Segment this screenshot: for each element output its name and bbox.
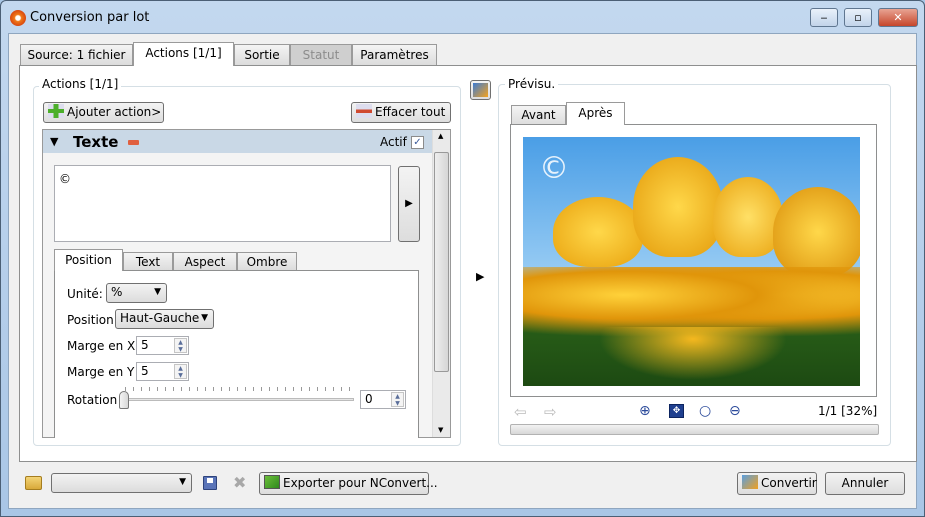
rotation-spinner[interactable]: ▲ ▼ (391, 392, 404, 407)
rotation-slider-track[interactable] (122, 398, 354, 401)
add-action-button[interactable]: Ajouter action> (43, 102, 164, 123)
remove-action-icon[interactable] (128, 140, 139, 145)
subtab-position[interactable]: Position (54, 249, 123, 271)
previous-icon[interactable]: ⇦ (514, 403, 527, 421)
app-icon (10, 10, 26, 26)
minimize-button[interactable]: ‒ (810, 8, 838, 27)
unit-value: % (111, 285, 123, 299)
subtab-ombre[interactable]: Ombre (237, 252, 297, 270)
margin-y-label: Marge en Y (67, 365, 135, 379)
expand-text-button[interactable]: ▶ (398, 166, 420, 242)
rotation-label: Rotation (67, 393, 118, 407)
chevron-down-icon: ▼ (201, 313, 208, 323)
text-input[interactable]: © (54, 165, 391, 242)
zoom-in-icon[interactable]: ⊕ (639, 403, 651, 419)
export-icon (264, 475, 280, 489)
margin-x-label: Marge en X (67, 339, 136, 353)
clear-all-label: Effacer tout (375, 105, 446, 119)
action-title: Texte (73, 133, 119, 151)
margin-y-value: 5 (141, 364, 149, 378)
zoom-actual-icon[interactable]: ○ (699, 403, 711, 419)
tab-source[interactable]: Source: 1 fichier (20, 44, 133, 65)
margin-y-spinner[interactable]: ▲ ▼ (174, 364, 187, 379)
preset-select[interactable]: ▼ (51, 473, 192, 493)
tab-after[interactable]: Après (566, 102, 625, 125)
export-label: Exporter pour NConvert... (283, 476, 438, 490)
preview-image-icon (473, 83, 488, 97)
page-info: 1/1 [32%] (818, 404, 878, 418)
rotation-value: 0 (365, 392, 373, 406)
add-action-label: Ajouter action> (67, 105, 162, 119)
save-icon[interactable] (203, 476, 217, 490)
apply-arrow-icon[interactable]: ▶ (476, 270, 484, 283)
convert-icon (742, 475, 758, 489)
maximize-button[interactable]: ▫ (844, 8, 872, 27)
delete-icon[interactable]: ✖ (233, 473, 246, 492)
tab-parametres[interactable]: Paramètres (352, 44, 437, 65)
preview-group-label: Prévisu. (505, 77, 559, 91)
preview-image: © (523, 137, 860, 386)
tab-sortie[interactable]: Sortie (234, 44, 290, 65)
cancel-button[interactable]: Annuler (825, 472, 905, 495)
subtab-aspect[interactable]: Aspect (173, 252, 237, 270)
tab-actions[interactable]: Actions [1/1] (133, 42, 234, 66)
convert-label: Convertir (761, 476, 817, 490)
toggle-preview-button[interactable] (470, 80, 491, 100)
close-button[interactable]: ✕ (878, 8, 918, 27)
watermark-text: © (539, 151, 569, 186)
position-label: Position (67, 313, 114, 327)
clear-all-button[interactable]: Effacer tout (351, 102, 451, 123)
convert-button[interactable]: Convertir (737, 472, 817, 495)
chevron-down-icon: ▼ (154, 287, 161, 297)
chevron-down-icon: ▼ (179, 477, 186, 487)
zoom-out-icon[interactable]: ⊖ (729, 403, 741, 419)
actions-group-label: Actions [1/1] (39, 77, 122, 91)
active-checkbox[interactable]: ✓ (411, 136, 424, 149)
progress-bar (510, 424, 879, 435)
margin-y-input[interactable]: 5 ▲ ▼ (136, 362, 189, 381)
tab-statut: Statut (290, 44, 352, 65)
fit-to-window-icon[interactable]: ✥ (669, 404, 684, 418)
margin-x-spinner[interactable]: ▲ ▼ (174, 338, 187, 353)
rotation-input[interactable]: 0 ▲ ▼ (360, 390, 406, 409)
rotation-slider-thumb[interactable] (119, 391, 129, 409)
subtab-text[interactable]: Text (123, 252, 173, 270)
scrollbar-thumb[interactable] (434, 152, 449, 372)
add-icon (48, 104, 64, 118)
export-nconvert-button[interactable]: Exporter pour NConvert... (259, 472, 438, 495)
cancel-label: Annuler (841, 476, 889, 490)
unit-label: Unité: (67, 287, 103, 301)
rotation-ticks (125, 387, 351, 391)
tab-before[interactable]: Avant (511, 105, 566, 125)
open-folder-icon[interactable] (25, 476, 42, 490)
margin-x-input[interactable]: 5 ▲ ▼ (136, 336, 189, 355)
unit-select[interactable]: % ▼ (106, 283, 167, 303)
window-title: Conversion par lot (30, 10, 150, 25)
position-select[interactable]: Haut-Gauche ▼ (115, 309, 214, 329)
margin-x-value: 5 (141, 338, 149, 352)
collapse-icon[interactable]: ▼ (50, 135, 58, 148)
position-value: Haut-Gauche (120, 311, 200, 325)
next-icon[interactable]: ⇨ (544, 403, 557, 421)
active-label: Actif (380, 135, 407, 149)
remove-icon (356, 104, 372, 118)
scrollbar-vertical[interactable]: ▲ ▼ (432, 130, 450, 437)
